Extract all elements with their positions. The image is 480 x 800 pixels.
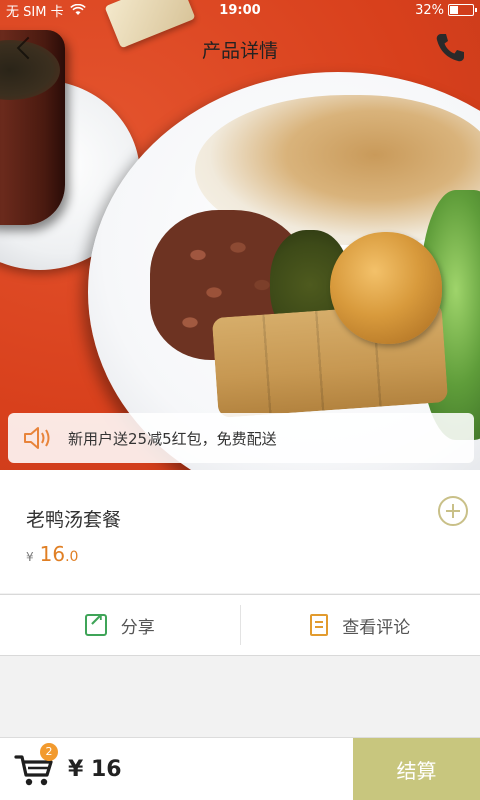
product-name: 老鸭汤套餐 <box>26 509 122 531</box>
view-reviews-button[interactable]: 查看评论 <box>241 595 480 655</box>
status-bar: 无 SIM 卡 19:00 32% <box>0 0 480 20</box>
action-row: 分享 查看评论 <box>0 594 480 656</box>
price-decimal: .0 <box>65 549 79 565</box>
product-info: 老鸭汤套餐 ¥ 16 .0 <box>0 470 480 593</box>
checkout-button[interactable]: 结算 <box>353 738 480 800</box>
share-button[interactable]: 分享 <box>0 595 240 655</box>
share-label: 分享 <box>120 617 155 638</box>
wifi-icon <box>69 4 86 15</box>
price-currency: ¥ <box>26 550 34 564</box>
battery-fill <box>450 6 458 14</box>
status-time: 19:00 <box>219 2 261 18</box>
bottom-bar: 2 ¥ 16 结算 <box>0 737 480 800</box>
page-title: 产品详情 <box>201 40 278 62</box>
share-icon <box>84 610 107 636</box>
product-price: ¥ 16 .0 <box>26 542 78 566</box>
phone-icon[interactable] <box>432 30 468 66</box>
cart-count-badge: 2 <box>40 743 58 761</box>
price-integer: 16 <box>39 542 66 566</box>
speaker-icon <box>24 427 50 449</box>
battery-status: 32% <box>415 2 477 18</box>
cart-total: ¥ 16 <box>68 756 122 782</box>
braised-egg <box>330 232 442 344</box>
battery-icon <box>448 4 477 16</box>
view-reviews-label: 查看评论 <box>342 617 411 638</box>
plus-circle-icon[interactable] <box>438 496 468 526</box>
review-icon <box>310 614 329 636</box>
promo-banner[interactable]: 新用户送25减5红包，免费配送 <box>8 413 474 463</box>
nav-bar: 产品详情 <box>0 20 480 76</box>
carrier-label: 无 SIM 卡 <box>6 4 64 20</box>
cart-button[interactable]: 2 <box>14 743 58 789</box>
promo-text: 新用户送25减5红包，免费配送 <box>68 429 277 448</box>
battery-percent: 32% <box>415 2 444 18</box>
